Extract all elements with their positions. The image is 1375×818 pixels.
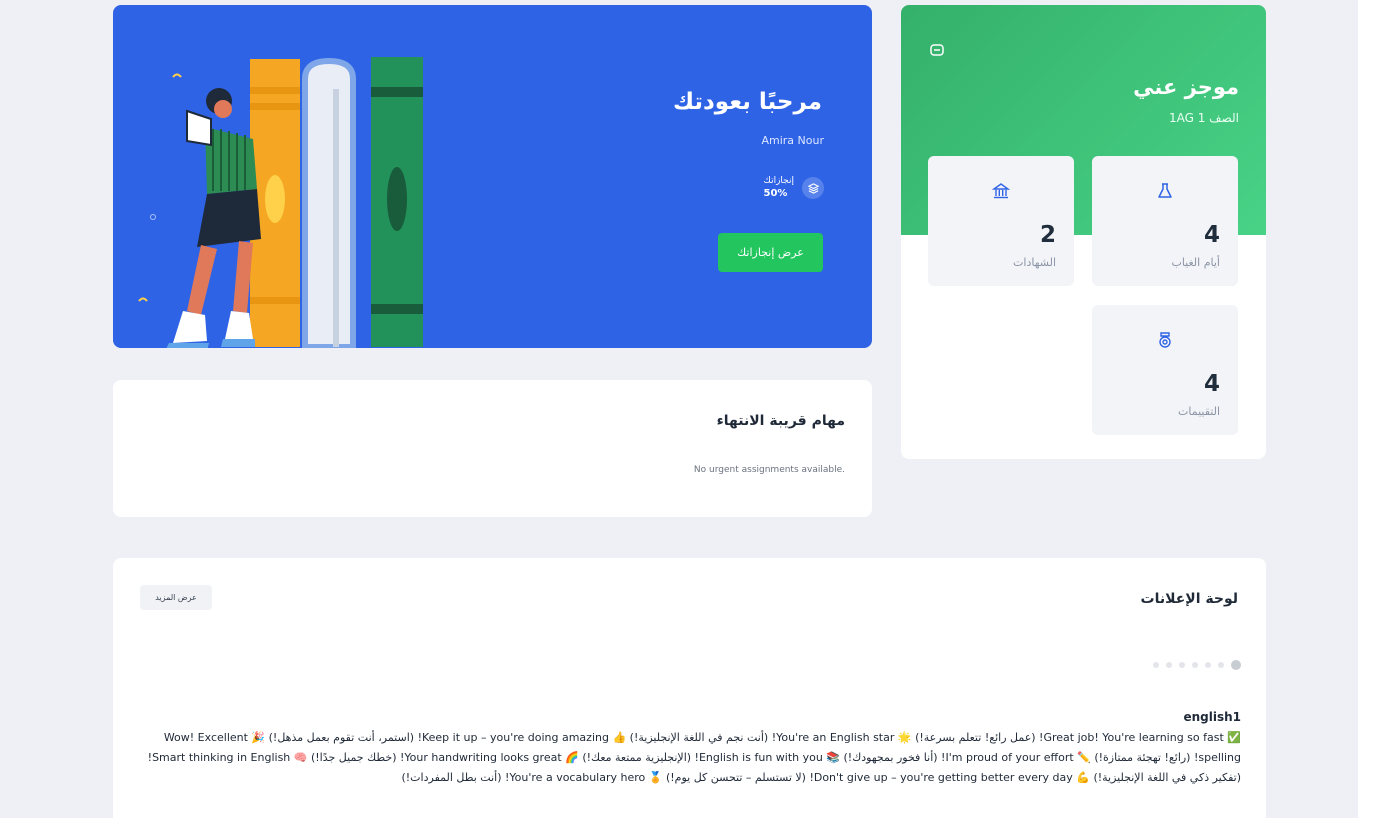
carousel-dot[interactable] [1166, 662, 1172, 668]
certificates-card: 2 الشهادات [928, 156, 1074, 286]
page-edge [1358, 0, 1375, 818]
view-achievements-button[interactable]: عرض إنجازاتك [718, 233, 823, 272]
flask-icon [1158, 183, 1172, 198]
announcement-title: english1 [1183, 710, 1241, 724]
carousel-dot[interactable] [1231, 660, 1241, 670]
certificates-label: الشهادات [1013, 256, 1056, 269]
student-reading-illustration [138, 57, 423, 348]
carousel-dot[interactable] [1153, 662, 1159, 668]
absence-days-card: 4 أيام الغياب [1092, 156, 1238, 286]
urgent-tasks-title: مهام قريبة الانتهاء [716, 413, 845, 429]
achievements-label: إنجازاتك [763, 176, 795, 186]
class-label: الصف 1 1AG [1168, 111, 1239, 125]
announcement-body: ✅ Great job! You're learning so fast! (ع… [147, 731, 1241, 784]
layers-icon [802, 177, 824, 199]
profile-title: موجز عني [1133, 75, 1239, 99]
student-name: Amira Nour [761, 134, 824, 147]
chat-icon[interactable] [930, 43, 944, 57]
certificates-value: 2 [1039, 222, 1056, 248]
evaluations-card: 4 التقييمات [1092, 305, 1238, 435]
announcements-title: لوحة الإعلانات [1140, 591, 1239, 607]
carousel-dot[interactable] [1205, 662, 1211, 668]
achievements-stat: إنجازاتك 50% [763, 176, 824, 200]
evaluations-value: 4 [1203, 371, 1220, 397]
urgent-tasks-empty-message: No urgent assignments available. [693, 465, 845, 475]
absence-days-value: 4 [1203, 222, 1220, 248]
bank-icon [992, 183, 1010, 199]
carousel-dot[interactable] [1179, 662, 1185, 668]
carousel-dot[interactable] [1192, 662, 1198, 668]
carousel-dot[interactable] [1218, 662, 1224, 668]
announcements-board: لوحة الإعلانات عرض المزيد english1 ✅ Gre… [113, 558, 1266, 818]
welcome-banner: مرحبًا بعودتك Amira Nour إنجازاتك 50% عر… [113, 5, 872, 348]
absence-days-label: أيام الغياب [1171, 256, 1220, 269]
evaluations-label: التقييمات [1178, 405, 1220, 418]
achievements-value: 50% [763, 188, 788, 199]
welcome-title: مرحبًا بعودتك [672, 89, 822, 115]
profile-summary-card: موجز عني الصف 1 1AG 4 أيام الغياب 2 الشه… [901, 5, 1266, 459]
badge-icon [1159, 332, 1171, 348]
urgent-tasks-card: مهام قريبة الانتهاء No urgent assignment… [113, 380, 872, 517]
show-more-button[interactable]: عرض المزيد [140, 585, 212, 610]
carousel-dots [1153, 660, 1241, 670]
